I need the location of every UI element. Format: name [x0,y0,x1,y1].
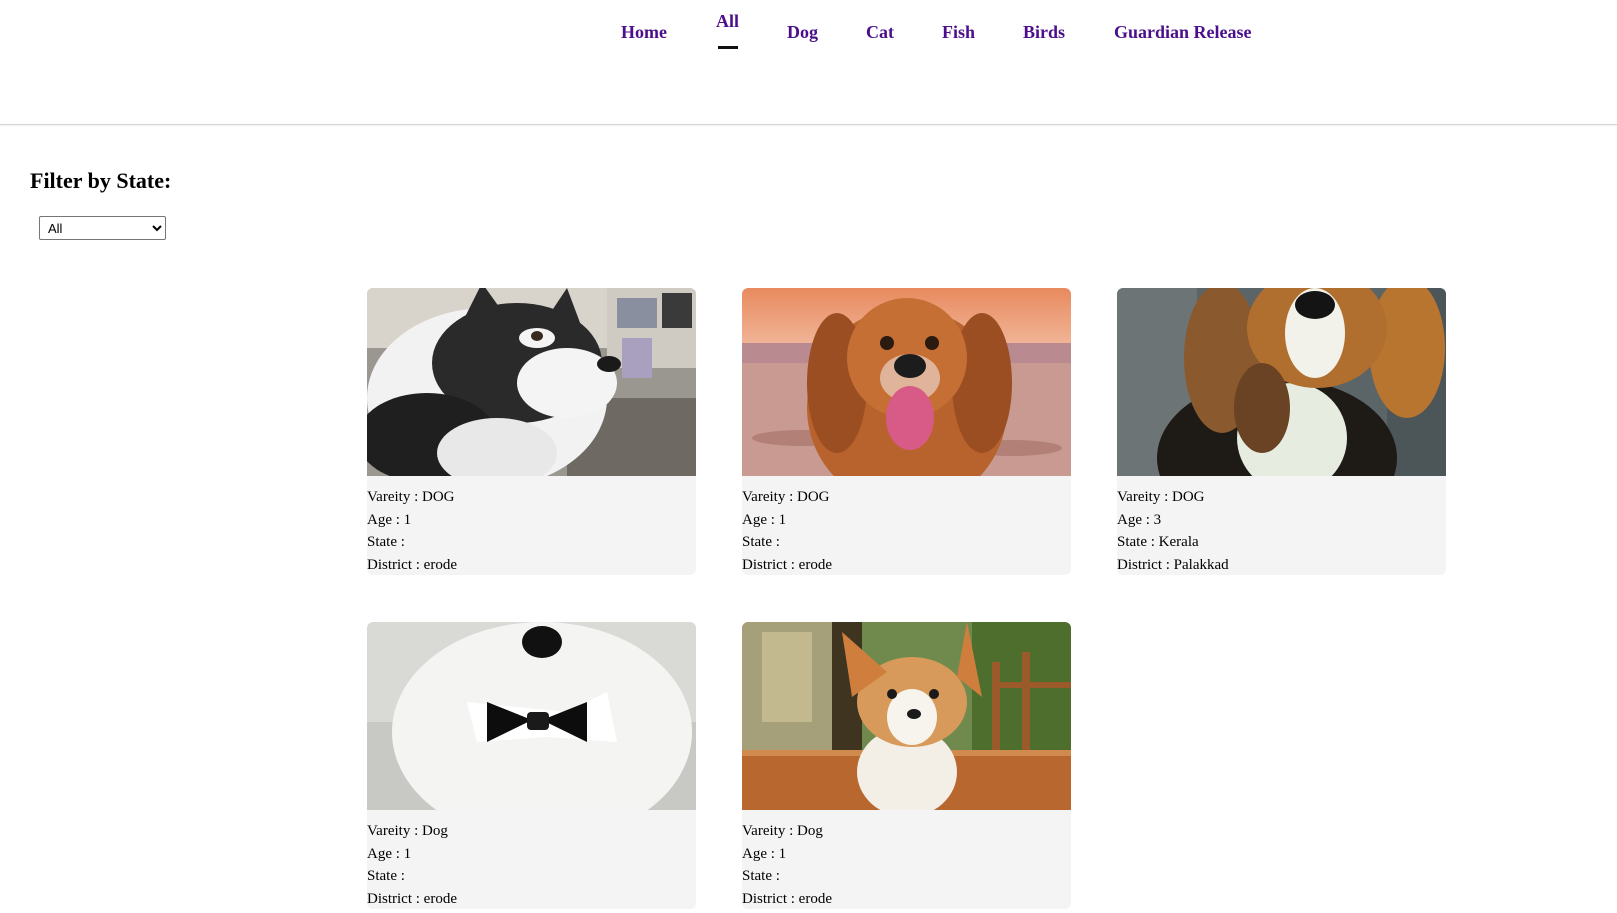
nav-dog-link[interactable]: Dog [787,22,818,43]
nav-birds-link[interactable]: Birds [1023,22,1065,43]
pet-card[interactable]: Vareity : DOG Age : 3 State : Kerala Dis… [1117,288,1446,575]
pet-variety: Vareity : Dog [742,823,823,839]
pet-variety: Vareity : Dog [367,823,448,839]
state-filter-select[interactable]: All [39,216,166,240]
pet-state: State : Kerala [1117,534,1199,550]
pet-age: Age : 3 [1117,511,1162,528]
pet-card[interactable]: Vareity : DOG Age : 1 State : District :… [742,288,1071,575]
pet-photo [367,622,696,810]
active-tab-indicator [718,46,738,49]
pet-photo [367,288,696,476]
pet-photo [742,288,1071,476]
pet-variety: Vareity : DOG [742,489,830,505]
pet-district: District : erode [742,556,832,573]
pet-district: District : erode [367,890,457,907]
pet-age: Age : 1 [742,845,787,862]
nav-fish-link[interactable]: Fish [942,22,975,43]
pet-age: Age : 1 [367,845,412,862]
nav-home-link[interactable]: Home [621,22,667,43]
pet-state: State : [742,868,780,884]
filter-title: Filter by State: [30,168,172,193]
pet-age: Age : 1 [742,511,787,528]
pet-card[interactable]: Vareity : Dog Age : 1 State : District :… [367,622,696,909]
pet-district: District : erode [742,890,832,907]
pet-state: State : [367,534,405,550]
top-nav: Home All Dog Cat Fish Birds Guardian Rel… [0,0,1617,125]
pet-state: State : [367,868,405,884]
pet-district: District : Palakkad [1117,556,1229,573]
pet-card[interactable]: Vareity : Dog Age : 1 State : District :… [742,622,1071,909]
pet-card[interactable]: Vareity : DOG Age : 1 State : District :… [367,288,696,575]
pet-variety: Vareity : DOG [367,489,455,505]
pet-district: District : erode [367,556,457,573]
nav-cat-link[interactable]: Cat [866,22,894,43]
pet-photo [1117,288,1446,476]
pet-age: Age : 1 [367,511,412,528]
nav-guardian-release-link[interactable]: Guardian Release [1114,22,1252,43]
pet-state: State : [742,534,780,550]
pet-variety: Vareity : DOG [1117,489,1205,505]
nav-all-link[interactable]: All [716,11,739,32]
pet-photo [742,622,1071,810]
